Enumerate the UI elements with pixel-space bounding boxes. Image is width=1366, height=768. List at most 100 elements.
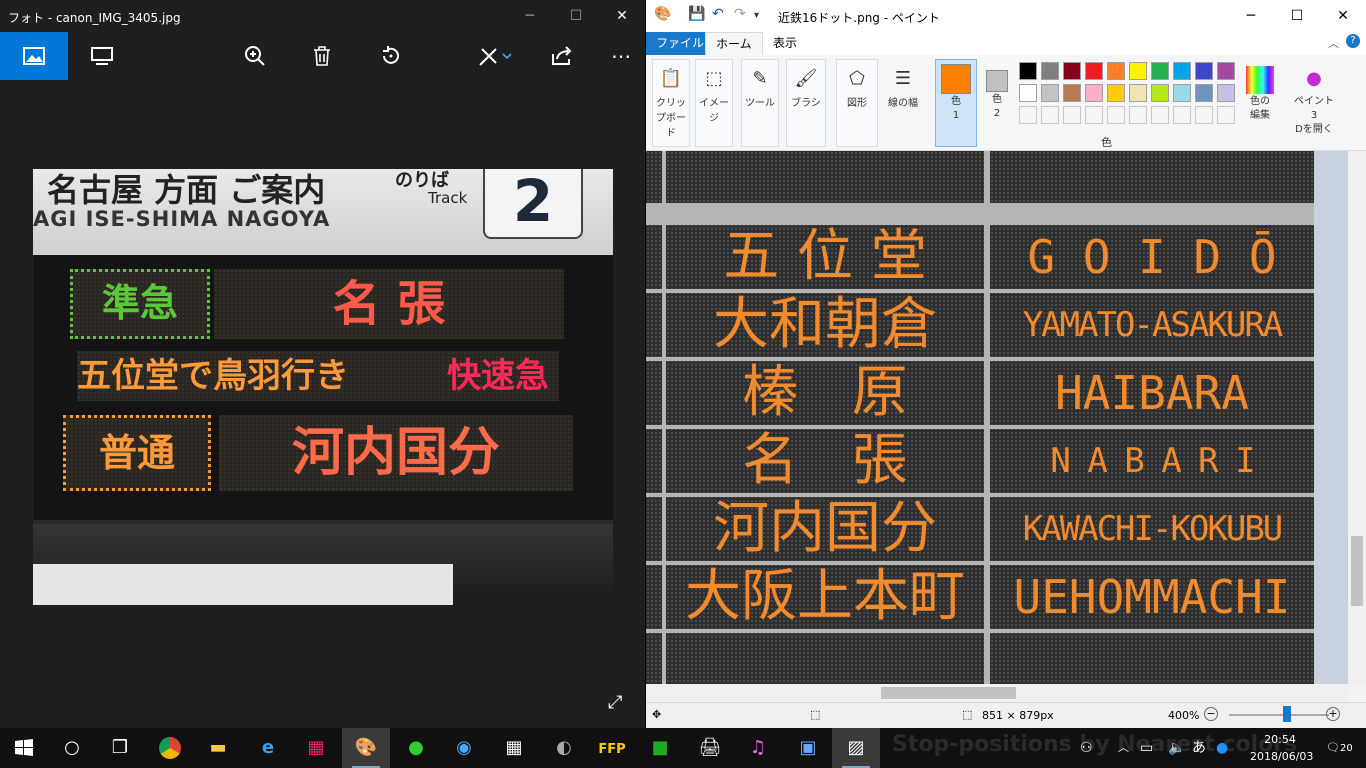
canvas-divider xyxy=(646,221,1314,225)
taskbar-edge[interactable]: e xyxy=(244,728,292,768)
photos-slideshow-button[interactable] xyxy=(78,32,126,80)
edit-colors-button[interactable]: 色の 編集 xyxy=(1243,59,1277,147)
palette-swatch[interactable] xyxy=(1063,84,1081,102)
palette-swatch[interactable] xyxy=(1041,62,1059,80)
save-icon[interactable]: 💾 xyxy=(688,6,705,22)
taskbar-photos[interactable]: ▨ xyxy=(832,728,880,768)
photos-minimize-button[interactable]: ─ xyxy=(507,0,553,32)
taskbar-app-green[interactable]: ● xyxy=(392,728,440,768)
zoom-slider-thumb[interactable] xyxy=(1283,706,1291,722)
taskbar-minecraft[interactable]: ■ xyxy=(636,728,684,768)
taskbar-ffp[interactable]: FFP xyxy=(588,728,636,768)
taskbar-calculator[interactable]: ▦ xyxy=(490,728,538,768)
color1-button[interactable]: 色 1 xyxy=(935,59,977,147)
clipboard-button[interactable]: 📋 クリップボード xyxy=(652,59,690,147)
task-view-button[interactable]: ❐ xyxy=(96,728,144,768)
shapes-button[interactable]: ⬠ 図形 xyxy=(836,59,878,147)
ime-indicator[interactable]: あ xyxy=(1192,728,1206,768)
rotate-button[interactable] xyxy=(367,32,415,80)
palette-empty-swatch[interactable] xyxy=(1085,106,1103,124)
brushes-button[interactable]: 🖌 ブラシ xyxy=(786,59,826,147)
palette-swatch[interactable] xyxy=(1019,84,1037,102)
delete-button[interactable] xyxy=(298,32,346,80)
paint-canvas[interactable]: 五 位 堂 G O I D Ō 大和朝倉 YAMATO-ASAKURA 榛 原 HAIBA… xyxy=(646,151,1314,684)
palette-swatch[interactable] xyxy=(1173,62,1191,80)
network-icon[interactable]: ▭ xyxy=(1140,728,1153,768)
more-options-button[interactable]: ⋯ xyxy=(597,32,645,80)
color2-button[interactable]: 色 2 xyxy=(981,59,1013,147)
vertical-scroll-thumb[interactable] xyxy=(1351,536,1363,606)
volume-icon[interactable]: 🔈 xyxy=(1168,728,1185,768)
taskbar-explorer[interactable]: ▬ xyxy=(194,728,242,768)
undo-icon[interactable]: ↶ xyxy=(712,6,724,22)
clock[interactable]: 20:54 2018/06/03 xyxy=(1250,731,1313,765)
palette-empty-swatch[interactable] xyxy=(1063,106,1081,124)
palette-empty-swatch[interactable] xyxy=(1129,106,1147,124)
vertical-scrollbar[interactable] xyxy=(1348,151,1366,684)
taskbar-printer[interactable]: 🖨 xyxy=(686,728,734,768)
tab-view[interactable]: 表示 xyxy=(763,32,807,55)
palette-empty-swatch[interactable] xyxy=(1019,106,1037,124)
taskbar-chrome[interactable] xyxy=(146,728,194,768)
palette-empty-swatch[interactable] xyxy=(1173,106,1191,124)
palette-swatch[interactable] xyxy=(1107,84,1125,102)
horizontal-scrollbar[interactable] xyxy=(646,684,1348,702)
palette-empty-swatch[interactable] xyxy=(1041,106,1059,124)
redo-icon[interactable]: ↷ xyxy=(734,6,746,22)
palette-swatch[interactable] xyxy=(1195,84,1213,102)
open-paint3d-button[interactable]: ● ペイント3 Dを開く xyxy=(1290,59,1338,147)
taskbar-paint[interactable]: 🎨 xyxy=(342,728,390,768)
taskbar-control-panel[interactable]: ▣ xyxy=(784,728,832,768)
tools-button[interactable]: ✎ ツール xyxy=(741,59,779,147)
zoom-in-button[interactable] xyxy=(231,32,279,80)
palette-empty-swatch[interactable] xyxy=(1107,106,1125,124)
search-button[interactable]: ○ xyxy=(48,728,96,768)
line-width-button[interactable]: ☰ 線の幅 xyxy=(882,59,924,147)
collapse-ribbon-icon[interactable]: ︿ xyxy=(1328,35,1339,51)
palette-empty-swatch[interactable] xyxy=(1151,106,1169,124)
share-button[interactable] xyxy=(538,32,586,80)
palette-swatch[interactable] xyxy=(1151,84,1169,102)
photos-close-button[interactable]: ✕ xyxy=(599,0,645,32)
zoom-slider[interactable] xyxy=(1229,714,1329,716)
palette-swatch[interactable] xyxy=(1085,84,1103,102)
palette-swatch[interactable] xyxy=(1107,62,1125,80)
onedrive-icon[interactable]: ● xyxy=(1216,728,1228,768)
quick-access-dropdown-icon[interactable]: ▾ xyxy=(754,10,759,21)
taskbar-media-app[interactable]: ▦ xyxy=(292,728,340,768)
horizontal-scroll-thumb[interactable] xyxy=(881,687,1016,699)
palette-empty-swatch[interactable] xyxy=(1217,106,1235,124)
palette-swatch[interactable] xyxy=(1151,62,1169,80)
palette-swatch[interactable] xyxy=(1019,62,1037,80)
tab-file[interactable]: ファイル xyxy=(646,32,715,55)
image-button[interactable]: ⬚ イメージ xyxy=(695,59,733,147)
palette-swatch[interactable] xyxy=(1129,84,1147,102)
palette-swatch[interactable] xyxy=(1063,62,1081,80)
people-icon[interactable]: ⚇ xyxy=(1080,728,1093,768)
paint-maximize-button[interactable]: ☐ xyxy=(1274,0,1320,32)
zoom-in-button[interactable]: + xyxy=(1326,707,1340,721)
start-button[interactable] xyxy=(0,728,48,768)
palette-swatch[interactable] xyxy=(1217,84,1235,102)
palette-swatch[interactable] xyxy=(1173,84,1191,102)
show-hidden-icons[interactable]: ︿ xyxy=(1118,728,1129,768)
photos-maximize-button[interactable]: ☐ xyxy=(553,0,599,32)
taskbar-gimp[interactable]: ◐ xyxy=(540,728,588,768)
paint-close-button[interactable]: ✕ xyxy=(1320,0,1366,32)
palette-empty-swatch[interactable] xyxy=(1195,106,1213,124)
palette-swatch[interactable] xyxy=(1041,84,1059,102)
tab-home[interactable]: ホーム xyxy=(705,32,763,55)
taskbar-globe-app[interactable]: ◉ xyxy=(440,728,488,768)
paint-minimize-button[interactable]: ─ xyxy=(1228,0,1274,32)
palette-swatch[interactable] xyxy=(1217,62,1235,80)
palette-swatch[interactable] xyxy=(1085,62,1103,80)
help-icon[interactable]: ? xyxy=(1346,34,1360,48)
photos-collection-button[interactable] xyxy=(0,32,68,80)
edit-create-button[interactable] xyxy=(465,32,525,80)
expand-icon[interactable]: ⤢ xyxy=(608,692,622,713)
palette-swatch[interactable] xyxy=(1195,62,1213,80)
action-center-button[interactable]: 🗨20 xyxy=(1326,728,1353,768)
zoom-out-button[interactable]: − xyxy=(1204,707,1218,721)
palette-swatch[interactable] xyxy=(1129,62,1147,80)
taskbar-itunes[interactable]: ♫ xyxy=(734,728,782,768)
